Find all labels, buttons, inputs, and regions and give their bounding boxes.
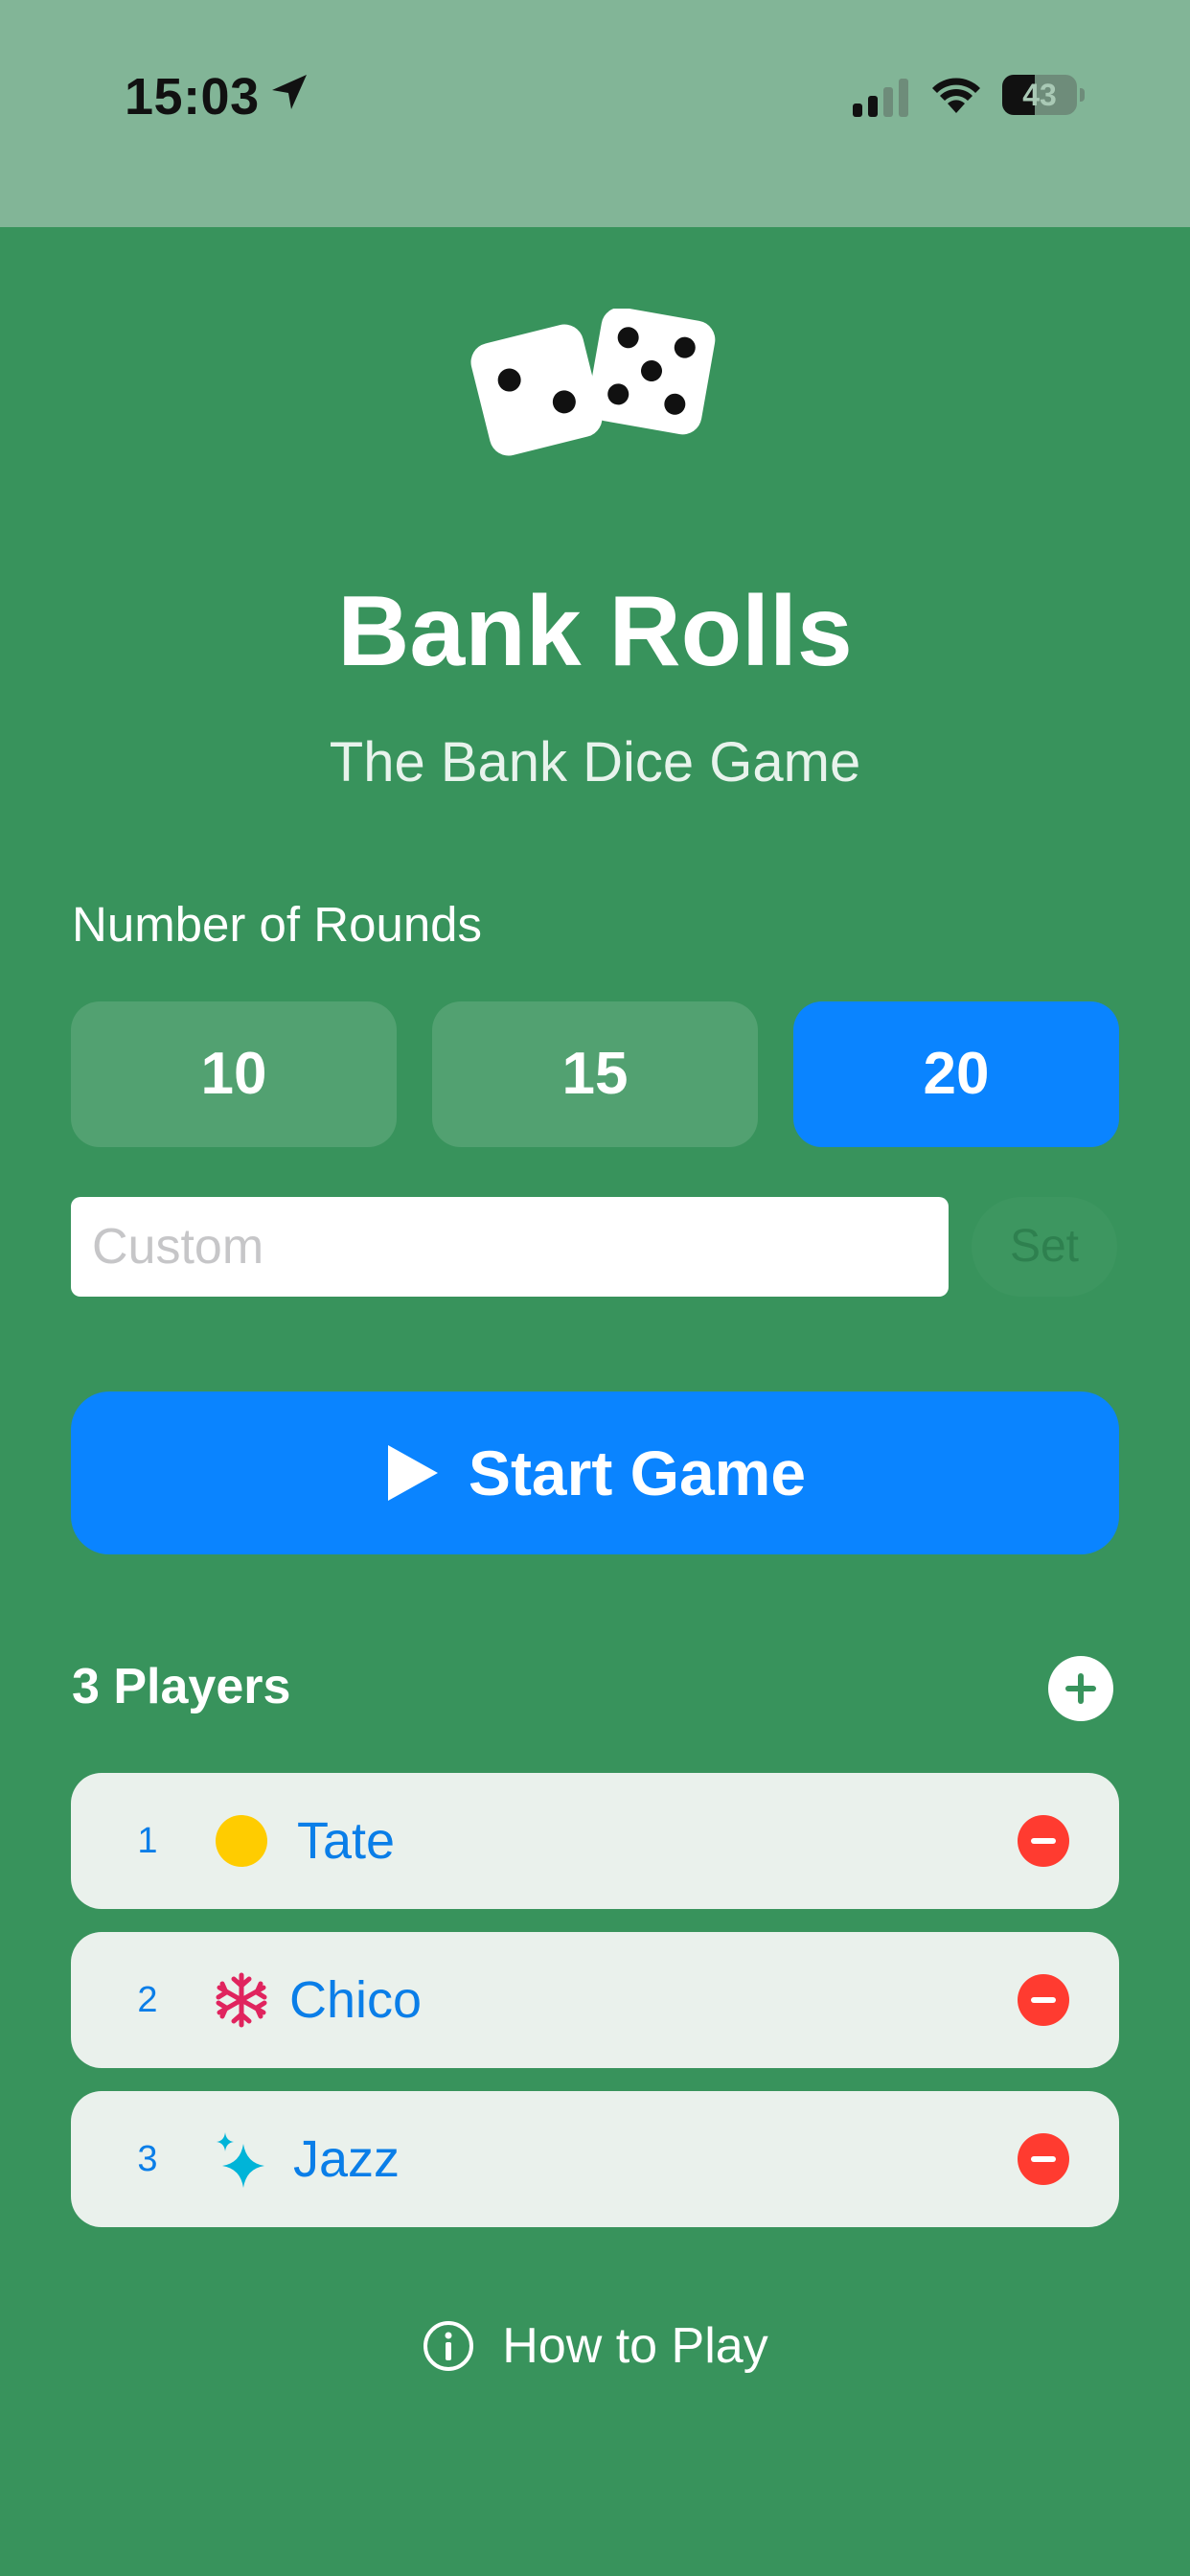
plus-icon xyxy=(1065,1673,1096,1704)
player-number: 2 xyxy=(137,1980,158,2020)
start-game-button[interactable]: Start Game xyxy=(71,1392,1119,1554)
remove-player-button[interactable] xyxy=(1018,2133,1069,2185)
player-number: 1 xyxy=(137,1821,158,1861)
custom-rounds-input[interactable] xyxy=(71,1197,949,1297)
status-bar: 15:03 43 xyxy=(0,0,1190,227)
how-to-play-button[interactable]: How to Play xyxy=(0,2317,1190,2375)
app-subtitle: The Bank Dice Game xyxy=(329,731,861,794)
set-rounds-button[interactable]: Set xyxy=(972,1197,1117,1297)
app-title: Bank Rolls xyxy=(337,576,853,687)
player-row[interactable]: 1 Tate xyxy=(71,1773,1119,1909)
rounds-option-20[interactable]: 20 xyxy=(793,1001,1119,1147)
start-game-label: Start Game xyxy=(468,1438,807,1508)
remove-player-button[interactable] xyxy=(1018,1815,1069,1867)
player-number: 3 xyxy=(137,2139,158,2179)
battery-nub xyxy=(1080,88,1085,102)
battery-percent: 43 xyxy=(1022,78,1057,112)
info-icon xyxy=(423,2321,474,2371)
dice-icon xyxy=(470,309,716,456)
play-icon xyxy=(387,1445,438,1501)
battery-body: 43 xyxy=(1002,75,1077,115)
how-to-play-label: How to Play xyxy=(502,2318,768,2374)
remove-player-button[interactable] xyxy=(1018,1974,1069,2026)
yellow-circle-icon xyxy=(216,1815,267,1867)
rounds-label: Number of Rounds xyxy=(72,897,483,952)
player-row[interactable]: 3 Jazz xyxy=(71,2091,1119,2227)
rounds-option-15[interactable]: 15 xyxy=(432,1001,758,1147)
players-count-label: 3 Players xyxy=(72,1659,291,1714)
player-row[interactable]: 2 Chico xyxy=(71,1932,1119,2068)
status-time: 15:03 xyxy=(125,68,260,126)
location-arrow-icon xyxy=(272,75,307,109)
wifi-icon xyxy=(932,78,980,113)
player-name: Chico xyxy=(289,1971,423,2029)
player-name: Jazz xyxy=(293,2130,400,2188)
sparkles-icon xyxy=(217,2132,264,2188)
rounds-option-10[interactable]: 10 xyxy=(71,1001,397,1147)
battery-icon: 43 xyxy=(1002,75,1085,115)
cellular-signal-icon xyxy=(853,79,908,117)
snowflake-icon xyxy=(216,1972,267,2028)
player-name: Tate xyxy=(297,1812,396,1870)
add-player-button[interactable] xyxy=(1048,1656,1113,1721)
